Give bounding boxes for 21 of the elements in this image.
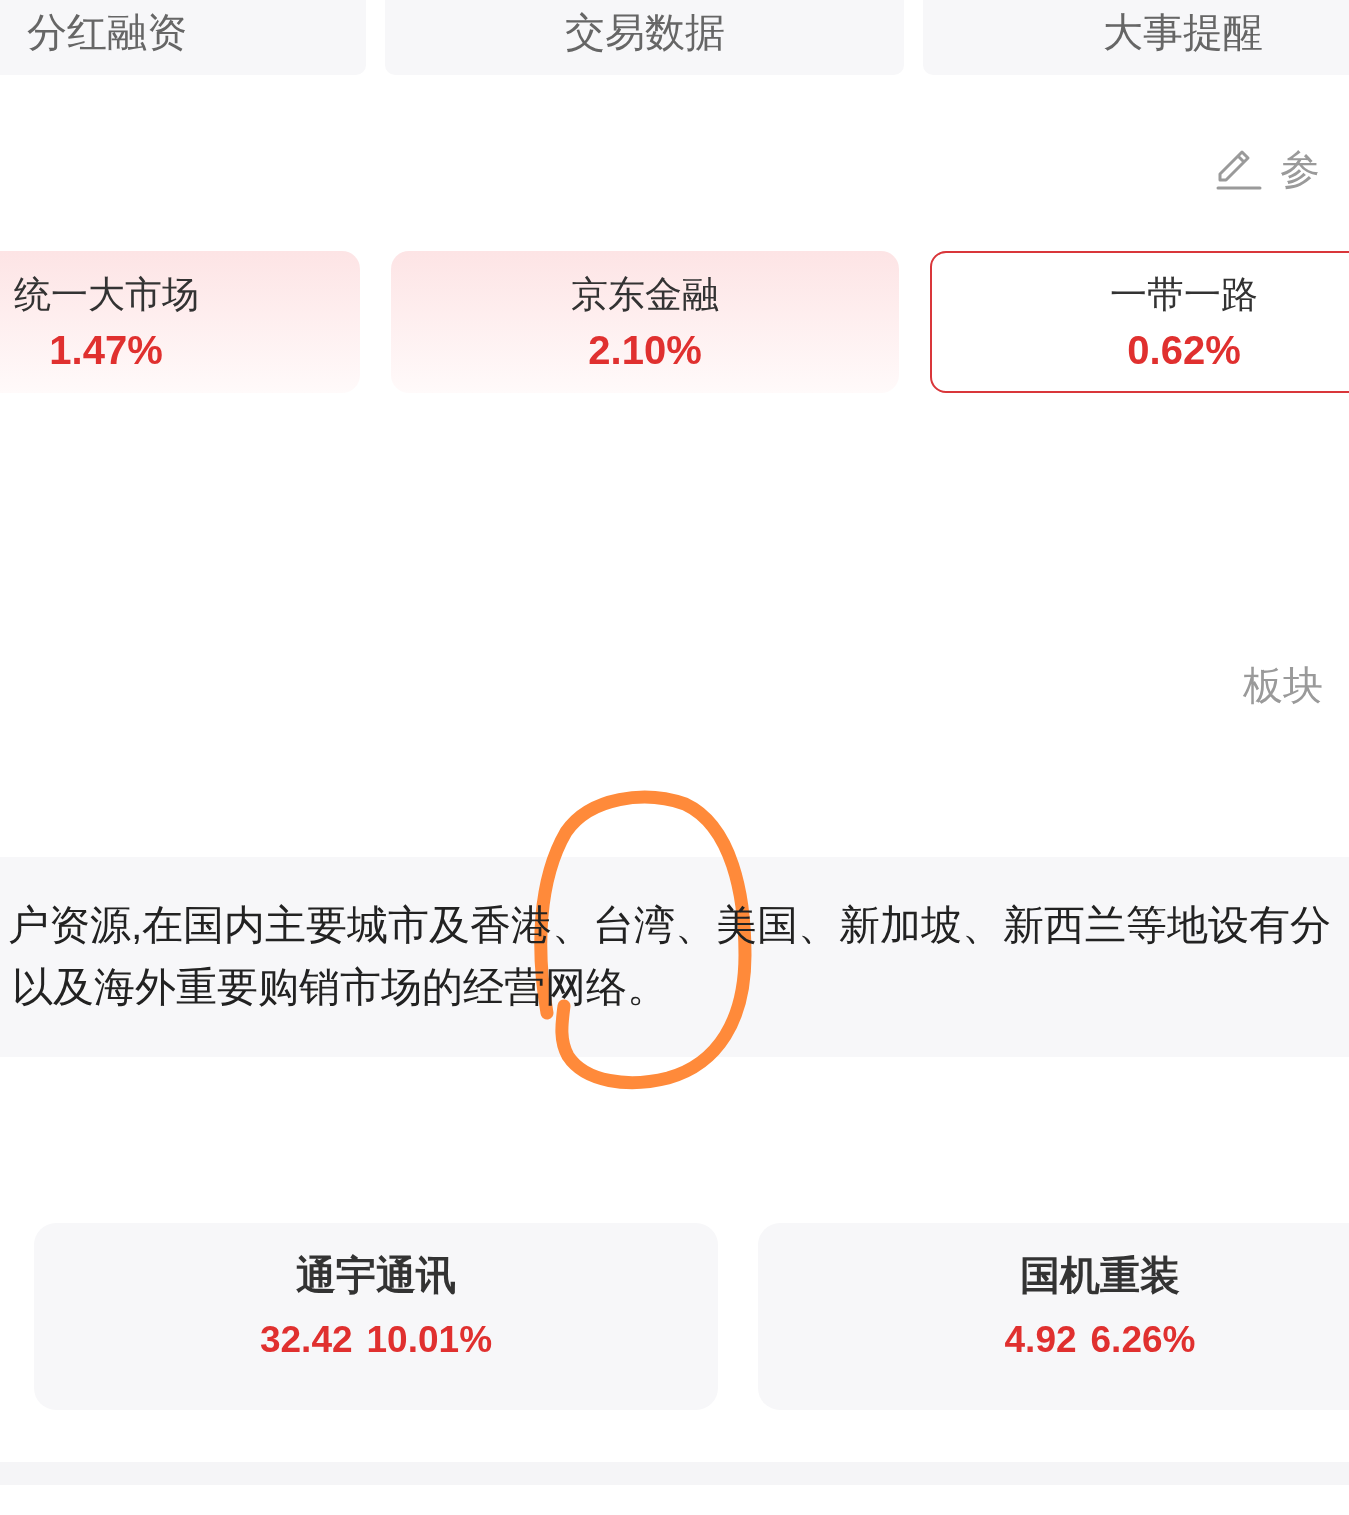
stock-name: 通宇通讯 xyxy=(296,1252,456,1298)
stock-card[interactable]: 通宇通讯 32.42 10.01% xyxy=(34,1223,718,1410)
tab[interactable]: 分红融资 xyxy=(0,0,366,75)
concept-change: 1.47% xyxy=(49,327,163,373)
concept-name: 京东金融 xyxy=(571,273,719,317)
concept-card[interactable]: 京东金融 2.10% xyxy=(391,251,899,393)
stock-price: 4.92 xyxy=(1004,1318,1077,1362)
concept-change: 2.10% xyxy=(588,327,702,373)
concept-card[interactable]: 一带一路 0.62% xyxy=(930,251,1349,393)
pencil-icon xyxy=(1216,148,1262,190)
concept-card[interactable]: 统一大市场 1.47% xyxy=(0,251,360,393)
concept-name: 统一大市场 xyxy=(13,273,199,317)
concept-name: 一带一路 xyxy=(1110,273,1258,317)
stock-card[interactable]: 国机重装 4.92 6.26% xyxy=(758,1223,1349,1410)
tab[interactable]: 交易数据 xyxy=(385,0,904,75)
tab[interactable]: 大事提醒 xyxy=(923,0,1349,75)
stock-name: 国机重装 xyxy=(1020,1252,1180,1298)
stock-change: 10.01% xyxy=(366,1318,493,1362)
concept-change: 0.62% xyxy=(1127,327,1241,373)
stock-price: 32.42 xyxy=(259,1318,353,1362)
stock-change: 6.26% xyxy=(1090,1318,1196,1362)
